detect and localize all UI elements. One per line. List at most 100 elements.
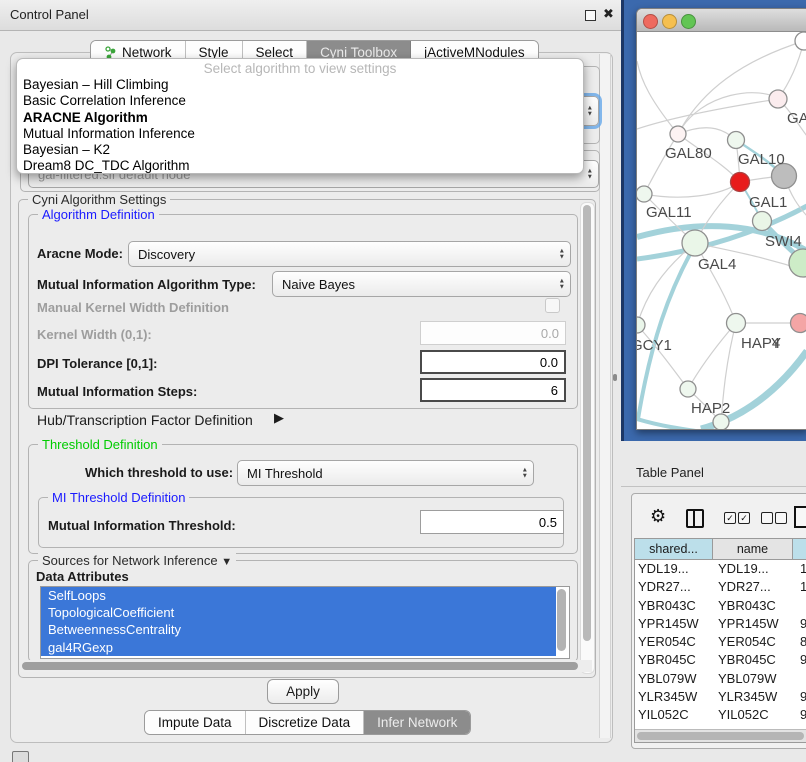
which-threshold-combo[interactable]: MI Threshold ▲▼ — [237, 460, 534, 486]
network-node-hap2[interactable] — [680, 381, 696, 397]
table-row[interactable]: YIL052CYIL052C9. — [635, 706, 806, 724]
table-cell: YLR345W — [715, 688, 797, 706]
network-node-gal4[interactable] — [682, 230, 708, 256]
attribute-item[interactable]: gal4RGexp — [41, 639, 556, 656]
table-cell: YDL19... — [715, 560, 797, 578]
settings-vscroll-thumb[interactable] — [583, 205, 591, 641]
settings-hscroll-track[interactable] — [20, 660, 592, 672]
zoom-window-icon[interactable] — [681, 14, 696, 29]
network-window-titlebar[interactable] — [637, 9, 806, 32]
network-node-gcy1[interactable] — [637, 317, 645, 333]
table-panel-title: Table Panel — [636, 465, 704, 480]
table-row[interactable]: YBR045CYBR045C9. — [635, 651, 806, 669]
apply-button-label: Apply — [286, 684, 320, 699]
table-hscroll-track[interactable] — [635, 729, 806, 742]
table-cell: 9. — [797, 706, 806, 724]
data-attributes-listbox[interactable]: SelfLoopsTopologicalCoefficientBetweenne… — [40, 586, 570, 659]
columns-icon[interactable] — [686, 509, 704, 528]
algorithm-option[interactable]: ARACNE Algorithm — [17, 110, 583, 126]
network-node-gal10[interactable] — [728, 132, 745, 149]
table-cell: YDR27... — [715, 578, 797, 596]
algorithm-popup-placeholder: Select algorithm to view settings — [17, 59, 583, 77]
data-attributes-list: SelfLoopsTopologicalCoefficientBetweenne… — [41, 587, 569, 656]
unchecked-checkbox-icon[interactable] — [761, 512, 773, 524]
mi-steps-field[interactable]: 6 — [420, 378, 566, 402]
control-panel-scrollbar-gutter[interactable] — [599, 54, 611, 738]
checked-checkbox-icon[interactable]: ✓ — [738, 512, 750, 524]
float-panel-icon[interactable] — [585, 10, 596, 21]
table-cell — [797, 597, 806, 615]
tab-label: Impute Data — [158, 715, 232, 730]
node-label: SWI4 — [765, 233, 802, 250]
attribute-item[interactable]: SelfLoops — [41, 587, 556, 604]
algorithm-option[interactable]: Dream8 DC_TDC Algorithm — [17, 158, 583, 174]
tab-impute-data[interactable]: Impute Data — [145, 711, 246, 734]
algorithm-option[interactable]: Mutual Information Inference — [17, 126, 583, 142]
sources-collapse-arrow-icon[interactable]: ▼ — [221, 556, 232, 568]
attributes-scrollbar[interactable] — [557, 589, 566, 651]
tab-infer-network[interactable]: Infer Network — [364, 711, 470, 734]
table-cell: YIL052C — [715, 706, 797, 724]
column-header[interactable]: name — [713, 539, 793, 559]
algorithm-option[interactable]: Bayesian – Hill Climbing — [17, 77, 583, 93]
close-window-icon[interactable] — [643, 14, 658, 29]
network-svg[interactable]: GALGAL80GAL10GAL1GAL11SWI4GAL4YHAP4GCY1H… — [637, 31, 806, 429]
kernel-width-field[interactable]: 0.0 — [420, 321, 566, 345]
network-node-gal1[interactable] — [731, 173, 750, 192]
checked-checkbox-icon[interactable]: ✓ — [724, 512, 736, 524]
network-node-hap4[interactable] — [727, 314, 746, 333]
which-threshold-label: Which threshold to use: — [85, 465, 233, 480]
hub-expand-arrow-icon[interactable]: ▶ — [274, 410, 284, 426]
settings-hscroll-thumb[interactable] — [22, 662, 578, 670]
node-label: GCY1 — [637, 337, 672, 354]
mi-threshold-field[interactable]: 0.5 — [420, 510, 564, 534]
network-node-y[interactable] — [791, 314, 806, 333]
control-panel-title: Control Panel — [10, 7, 89, 22]
unchecked-checkbox-icon[interactable] — [775, 512, 787, 524]
aracne-mode-combo[interactable]: Discovery ▲▼ — [128, 241, 571, 267]
dpi-tolerance-field[interactable]: 0.0 — [420, 350, 566, 374]
data-attributes-label: Data Attributes — [36, 569, 129, 584]
tab-discretize-data[interactable]: Discretize Data — [246, 711, 365, 734]
combo-stepper-icon: ▲▼ — [587, 106, 593, 117]
table-cell: YER054C — [715, 633, 797, 651]
manual-kernel-checkbox[interactable] — [545, 298, 560, 313]
mi-type-combo[interactable]: Naive Bayes ▲▼ — [272, 271, 571, 297]
table-row[interactable]: YBR043CYBR043C — [635, 597, 806, 615]
algorithm-option[interactable]: Bayesian – K2 — [17, 142, 583, 158]
hub-definition-label: Hub/Transcription Factor Definition — [37, 412, 253, 428]
column-header[interactable]: shared... — [635, 539, 713, 559]
table-cell — [797, 670, 806, 688]
table-cell: YLR345W — [635, 688, 715, 706]
table-row[interactable]: YER054CYER054C8. — [635, 633, 806, 651]
column-header[interactable]: A — [793, 539, 806, 559]
close-panel-icon[interactable]: ✖ — [603, 6, 614, 22]
table-row[interactable]: YDR27...YDR27...12 — [635, 578, 806, 596]
settings-vscroll-track[interactable] — [580, 202, 595, 674]
table-row[interactable]: YLR345WYLR345W9. — [635, 688, 806, 706]
node-table[interactable]: shared...nameA YDL19...YDL19...13YDR27..… — [634, 538, 806, 743]
gear-icon[interactable]: ⚙ — [650, 506, 666, 527]
attribute-item[interactable]: TopologicalCoefficient — [41, 604, 556, 621]
document-icon[interactable] — [794, 506, 806, 528]
table-cell: YER054C — [635, 633, 715, 651]
table-hscroll-thumb[interactable] — [637, 732, 804, 740]
cyni-settings-title: Cyni Algorithm Settings — [28, 192, 170, 207]
combo-stepper-icon: ▲▼ — [587, 169, 593, 180]
node-label: HAP4 — [741, 335, 780, 352]
table-row[interactable]: YBL079WYBL079W — [635, 670, 806, 688]
minimize-window-icon[interactable] — [662, 14, 677, 29]
table-row[interactable]: YDL19...YDL19...13 — [635, 560, 806, 578]
mi-threshold-value: 0.5 — [539, 515, 557, 530]
bottom-left-widget[interactable] — [12, 751, 29, 762]
network-node-gal[interactable] — [769, 90, 787, 108]
table-row[interactable]: YPR145WYPR145W9. — [635, 615, 806, 633]
panel-divider-grip[interactable] — [613, 374, 617, 381]
network-node-gal80[interactable] — [670, 126, 686, 142]
algorithm-option[interactable]: Basic Correlation Inference — [17, 93, 583, 109]
network-node-swi4[interactable] — [753, 212, 772, 231]
network-node[interactable] — [795, 32, 806, 50]
network-node-gal11[interactable] — [637, 186, 652, 202]
attribute-item[interactable]: BetweennessCentrality — [41, 621, 556, 638]
apply-button[interactable]: Apply — [267, 679, 339, 704]
